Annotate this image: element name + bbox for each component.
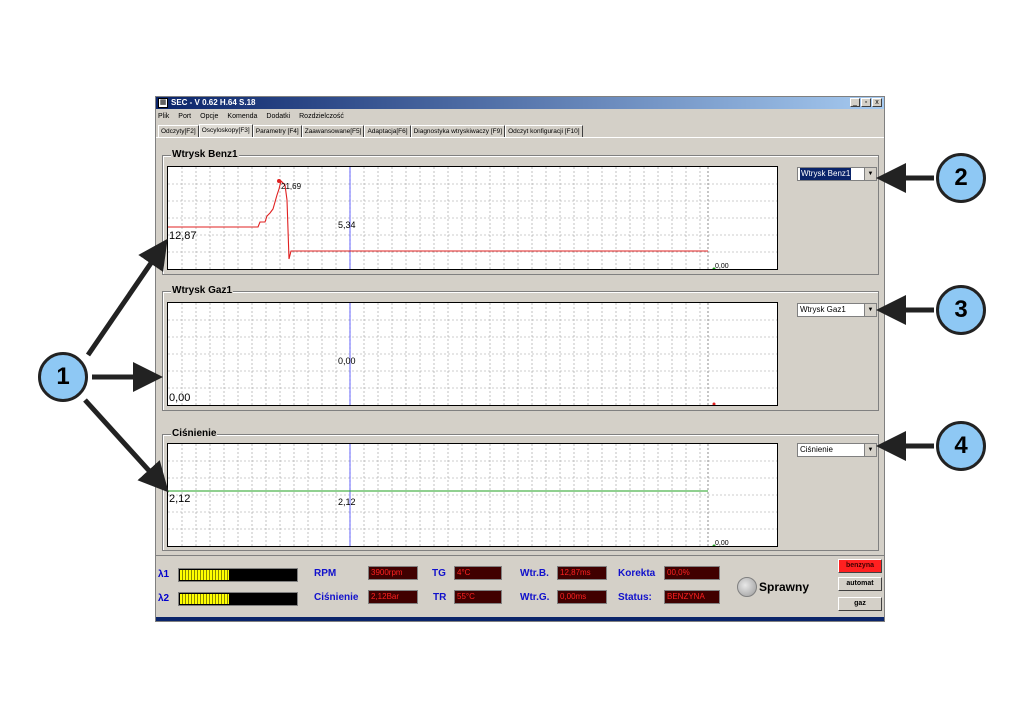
arrow-1-to-scope1 bbox=[85, 238, 168, 357]
callout-3: 3 bbox=[936, 285, 986, 335]
annotation-arrows bbox=[83, 163, 934, 493]
arrow-1-to-scope3 bbox=[83, 398, 169, 493]
callout-4: 4 bbox=[936, 421, 986, 471]
callout-1: 1 bbox=[38, 352, 88, 402]
callout-2: 2 bbox=[936, 153, 986, 203]
